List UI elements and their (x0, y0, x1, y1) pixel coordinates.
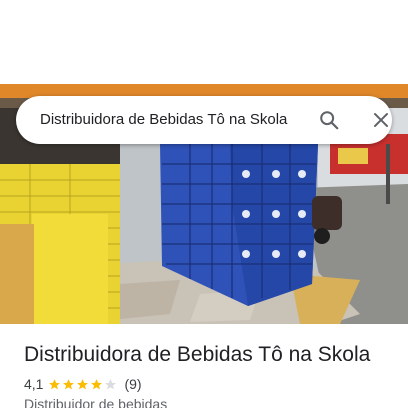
search-icon (320, 111, 339, 130)
star-icon (63, 378, 75, 389)
search-input[interactable]: Distribuidora de Bebidas Tô na Skola (40, 96, 302, 144)
place-title: Distribuidora de Bebidas Tô na Skola (24, 343, 371, 366)
search-button[interactable] (313, 104, 345, 136)
star-empty-icon (105, 378, 117, 389)
rating-stars (48, 378, 118, 391)
star-icon (49, 378, 61, 389)
search-bar[interactable]: Distribuidora de Bebidas Tô na Skola (16, 96, 392, 144)
review-count[interactable]: (9) (124, 376, 141, 392)
star-icon (77, 378, 89, 389)
place-category[interactable]: Distribuidor de bebidas (24, 396, 167, 408)
rating-row[interactable]: 4,1 (9) (24, 374, 142, 394)
close-icon (374, 113, 388, 127)
top-blank-area (0, 0, 408, 84)
clear-button[interactable] (365, 104, 397, 136)
star-icon (91, 378, 103, 389)
rating-value: 4,1 (24, 376, 44, 392)
